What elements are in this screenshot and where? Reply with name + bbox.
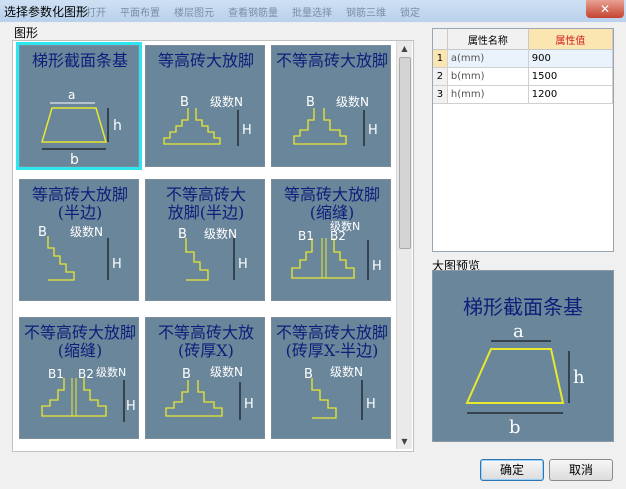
- shape-thumb-unequal-brick-thickness-half[interactable]: 不等高砖大放脚 (砖厚X-半边) B 级数N H: [271, 317, 391, 439]
- close-button[interactable]: ✕: [586, 0, 624, 18]
- dim-label: B2: [78, 367, 94, 381]
- shape-thumb-unequal-brick-half[interactable]: 不等高砖大 放脚(半边) B 级数N H: [145, 179, 265, 301]
- dim-label: B: [38, 225, 47, 240]
- dim-label: H: [126, 399, 136, 414]
- shape-thumb-equal-brick-half[interactable]: 等高砖大放脚 (半边) B 级数N H: [19, 179, 139, 301]
- dim-label: h: [573, 367, 585, 388]
- scroll-up-icon[interactable]: ▲: [397, 41, 412, 56]
- ok-button[interactable]: 确定: [480, 459, 544, 481]
- gallery-group-label: 图形: [14, 26, 39, 40]
- dim-label: B: [180, 95, 189, 110]
- dim-label: B: [306, 95, 315, 110]
- scroll-down-icon[interactable]: ▼: [397, 434, 412, 449]
- dim-label: 级数N: [96, 366, 126, 379]
- property-row[interactable]: 3 h(mm) 1200: [433, 85, 614, 104]
- shape-thumb-unequal-brick-joint[interactable]: 不等高砖大放脚 (缩缝) B1 B2 级数N H: [19, 317, 139, 439]
- dim-label: 级数N: [330, 220, 360, 233]
- row-index: 3: [433, 85, 448, 104]
- gallery-scrollbar[interactable]: ▲ ▼: [396, 41, 412, 449]
- trapezoid-diagram: a h b: [40, 88, 122, 167]
- dim-label: H: [112, 257, 122, 272]
- dim-label: H: [372, 259, 382, 274]
- background-toolbar: 已打开 平面布置 楼层图元 查看钢筋量 批量选择 钢筋三维 锁定: [76, 4, 546, 19]
- scrollbar-thumb[interactable]: [399, 57, 411, 249]
- joint-footing-diagram: B1 B2 级数N H: [41, 366, 136, 422]
- trapezoid-preview-diagram: a h b: [465, 321, 585, 438]
- background-toolbar-item: 查看钢筋量: [228, 8, 278, 19]
- dim-label: H: [242, 123, 252, 138]
- dim-label: B1: [298, 229, 314, 243]
- dim-label: 级数N: [204, 226, 237, 241]
- dim-label: H: [366, 397, 376, 412]
- dim-label: 级数N: [210, 364, 243, 379]
- half-footing-diagram: B 级数N H: [304, 364, 376, 420]
- background-toolbar-item: 锁定: [400, 8, 420, 19]
- property-row[interactable]: 2 b(mm) 1500: [433, 67, 614, 86]
- shape-thumb-unequal-brick-thickness[interactable]: 不等高砖大放 (砖厚X) B 级数N H: [145, 317, 265, 439]
- large-preview: 梯形截面条基 a h b: [432, 270, 614, 442]
- close-icon: ✕: [599, 2, 611, 16]
- dim-label: b: [509, 417, 521, 438]
- property-value-field[interactable]: 900: [528, 49, 614, 68]
- dim-label: B: [182, 367, 191, 382]
- property-name: h(mm): [447, 85, 529, 104]
- dim-label: B: [178, 227, 187, 242]
- brick-footing-diagram: B 级数N H: [293, 94, 378, 146]
- shape-thumb-trapezoid-strip[interactable]: 梯形截面条基 a h b: [16, 42, 142, 170]
- dim-label: 级数N: [210, 94, 243, 109]
- title-bar: 选择参数化图形 已打开 平面布置 楼层图元 查看钢筋量 批量选择 钢筋三维 锁定…: [0, 0, 626, 22]
- property-name-header: 属性名称: [447, 29, 529, 50]
- property-name: a(mm): [447, 49, 529, 68]
- shape-gallery: 梯形截面条基 a h b 等高砖大放脚 B 级数N H 不等高砖大放脚 B 级数…: [12, 40, 414, 452]
- dim-label: 级数N: [336, 94, 369, 109]
- dim-label: H: [244, 397, 254, 412]
- half-footing-diagram: B 级数N H: [178, 226, 248, 281]
- dim-label: b: [70, 152, 79, 167]
- dim-label: h: [113, 118, 122, 134]
- dim-label: H: [368, 123, 378, 138]
- brick-footing-diagram: B 级数N H: [163, 94, 252, 146]
- half-footing-diagram: B 级数N H: [38, 224, 122, 281]
- background-toolbar-item: 平面布置: [120, 8, 160, 19]
- dim-label: B: [304, 367, 313, 382]
- shape-thumb-equal-brick-footing[interactable]: 等高砖大放脚 B 级数N H: [145, 45, 265, 167]
- shape-thumb-equal-brick-joint[interactable]: 等高砖大放脚 (缩缝) B1 B2 级数N H: [271, 179, 391, 301]
- dim-label: a: [68, 88, 75, 102]
- dim-label: B1: [48, 367, 64, 381]
- dialog-window: 选择参数化图形 已打开 平面布置 楼层图元 查看钢筋量 批量选择 钢筋三维 锁定…: [0, 0, 626, 489]
- background-toolbar-item: 已打开: [76, 8, 106, 19]
- property-row[interactable]: 1 a(mm) 900: [433, 49, 614, 68]
- dim-label: 级数N: [330, 364, 363, 379]
- brick-footing-diagram: B 级数N H: [165, 364, 254, 420]
- property-grid: 属性名称 属性值 1 a(mm) 900 2 b(mm) 1500 3 h(mm…: [432, 28, 614, 252]
- cancel-button[interactable]: 取消: [549, 459, 613, 481]
- shape-thumb-unequal-brick-footing[interactable]: 不等高砖大放脚 B 级数N H: [271, 45, 391, 167]
- row-index: 1: [433, 49, 448, 68]
- background-toolbar-item: 楼层图元: [174, 8, 214, 19]
- background-toolbar-item: 批量选择: [292, 8, 332, 19]
- property-value-header: 属性值: [528, 29, 614, 50]
- property-header-row: 属性名称 属性值: [433, 29, 614, 50]
- dim-label: 级数N: [70, 224, 103, 239]
- property-value-field[interactable]: 1500: [528, 67, 614, 86]
- property-name: b(mm): [447, 67, 529, 86]
- property-table: 属性名称 属性值 1 a(mm) 900 2 b(mm) 1500 3 h(mm…: [433, 29, 614, 104]
- joint-footing-diagram: B1 B2 级数N H: [291, 220, 382, 280]
- background-toolbar-item: 钢筋三维: [346, 8, 386, 19]
- dim-label: a: [513, 321, 524, 342]
- row-index: 2: [433, 67, 448, 86]
- dim-label: H: [238, 257, 248, 272]
- property-value-field[interactable]: 1200: [528, 85, 614, 104]
- row-index-header: [433, 29, 448, 50]
